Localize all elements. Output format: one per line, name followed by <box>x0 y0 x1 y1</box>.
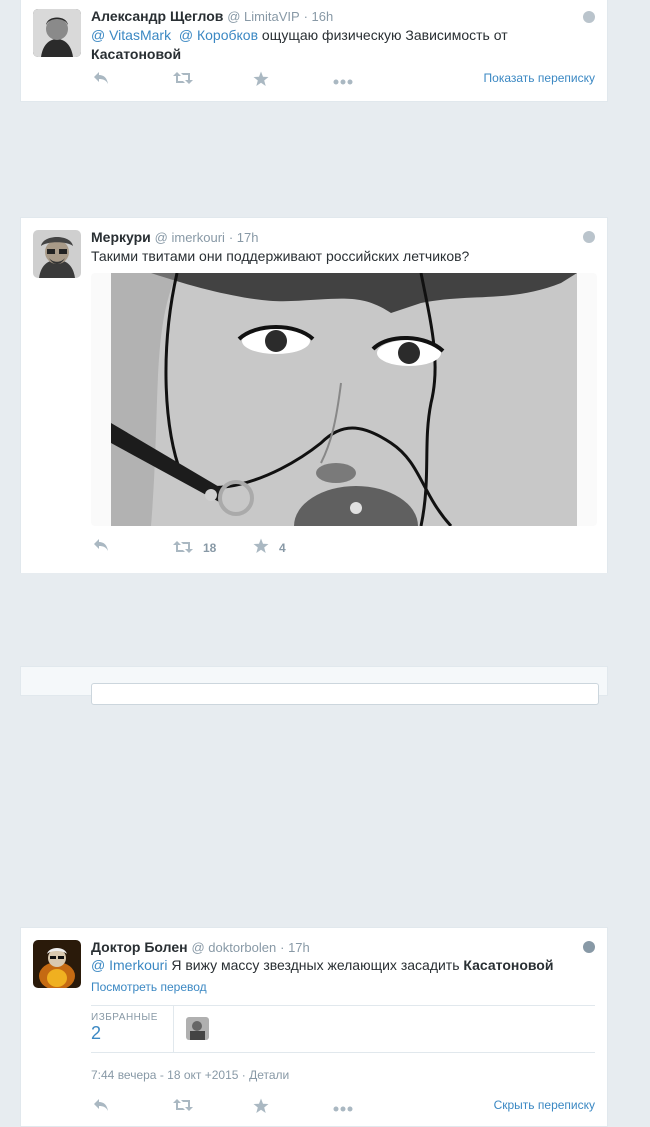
more-icon[interactable] <box>333 71 353 91</box>
author-name[interactable]: Александр Щеглов <box>91 8 223 24</box>
author-name[interactable]: Доктор Болен <box>91 939 188 955</box>
tweet-text: Такими твитами они поддерживают российск… <box>91 248 470 264</box>
tweet-1[interactable]: Александр Щеглов @ LimitaVIP · 16h @ Vit… <box>20 0 608 102</box>
tweet-header: Александр Щеглов @ LimitaVIP · 16h <box>91 7 333 26</box>
author-handle[interactable]: @ LimitaVIP <box>227 9 299 24</box>
author-handle[interactable]: @ doktorbolen <box>191 940 276 955</box>
details-link[interactable]: · Детали <box>242 1068 289 1082</box>
hide-conversation-link[interactable]: Скрыть переписку <box>494 1098 595 1112</box>
more-icon[interactable] <box>333 1098 353 1118</box>
star-icon <box>253 538 269 558</box>
reply-box-area <box>20 666 608 705</box>
retweet-icon[interactable] <box>173 71 193 91</box>
favorites-stat[interactable]: ИЗБРАННЫЕ 2 <box>91 1012 158 1044</box>
star-icon[interactable] <box>253 71 269 93</box>
star-icon[interactable] <box>253 1098 269 1120</box>
retweet-icon[interactable] <box>173 1098 193 1118</box>
retweet-icon <box>173 541 193 558</box>
tweet-time[interactable]: · 17h <box>280 940 310 955</box>
avatar-image <box>33 940 81 988</box>
retweet-button[interactable]: 18 <box>173 538 216 560</box>
media-photo <box>111 273 577 526</box>
favorites-label: ИЗБРАННЫЕ <box>91 1012 158 1023</box>
divider <box>173 1006 174 1052</box>
tweet-2[interactable]: Меркури @ imerkouri · 17h Такими твитами… <box>20 217 608 573</box>
reply-icon[interactable] <box>93 538 109 558</box>
avatar[interactable] <box>33 230 81 278</box>
mention-link[interactable]: @ VitasMark <box>91 27 171 43</box>
tweet-text: @ Imerkouri Я вижу массу звездных желающ… <box>91 956 553 975</box>
tweet-text-body: Я вижу массу звездных желающих засадить <box>167 957 464 973</box>
avatar-image <box>33 230 81 278</box>
divider <box>91 1052 595 1053</box>
tweet-3[interactable]: Доктор Болен @ doktorbolen · 17h @ Imerk… <box>20 927 608 1127</box>
tweet-timestamp: 7:44 вечера - 18 окт +2015 · Детали <box>91 1068 289 1082</box>
globe-icon[interactable] <box>583 941 595 953</box>
timestamp-text[interactable]: 7:44 вечера - 18 окт +2015 <box>91 1068 238 1082</box>
avatar[interactable] <box>33 940 81 988</box>
favorite-count: 4 <box>279 541 286 555</box>
divider <box>91 1005 595 1006</box>
favorite-button[interactable]: 4 <box>253 538 286 560</box>
author-handle[interactable]: @ imerkouri <box>155 230 225 245</box>
tweet-time[interactable]: · 17h <box>229 230 259 245</box>
tweet-text-bold: Касатоновой <box>463 957 554 973</box>
tweet-header: Доктор Болен @ doktorbolen · 17h <box>91 938 310 957</box>
favoriter-avatar[interactable] <box>186 1017 209 1040</box>
avatar[interactable] <box>33 9 81 57</box>
avatar-image <box>33 9 81 57</box>
tweet-text-bold: Касатоновой <box>91 46 182 62</box>
globe-icon[interactable] <box>583 231 595 243</box>
reply-input[interactable] <box>91 683 599 705</box>
mention-link[interactable]: @ Коробков <box>179 27 258 43</box>
translate-link[interactable]: Посмотреть перевод <box>91 980 207 994</box>
reply-icon[interactable] <box>93 1098 109 1118</box>
retweet-count: 18 <box>203 541 217 555</box>
mention-link[interactable]: @ Imerkouri <box>91 957 167 973</box>
reply-icon[interactable] <box>93 71 109 91</box>
globe-icon[interactable] <box>583 11 595 23</box>
tweet-header: Меркури @ imerkouri · 17h <box>91 228 258 247</box>
tweet-time[interactable]: · 16h <box>304 9 334 24</box>
show-conversation-link[interactable]: Показать переписку <box>484 71 595 85</box>
tweet-media-image[interactable] <box>91 273 597 526</box>
author-name[interactable]: Меркури <box>91 229 151 245</box>
tweet-text-body: ощущаю физическую Зависимость от <box>258 27 508 43</box>
tweet-text: @ VitasMark @ Коробков ощущаю физическую… <box>91 26 508 64</box>
tweet-actions: 18 4 <box>91 538 591 558</box>
favorites-count: 2 <box>91 1023 102 1043</box>
